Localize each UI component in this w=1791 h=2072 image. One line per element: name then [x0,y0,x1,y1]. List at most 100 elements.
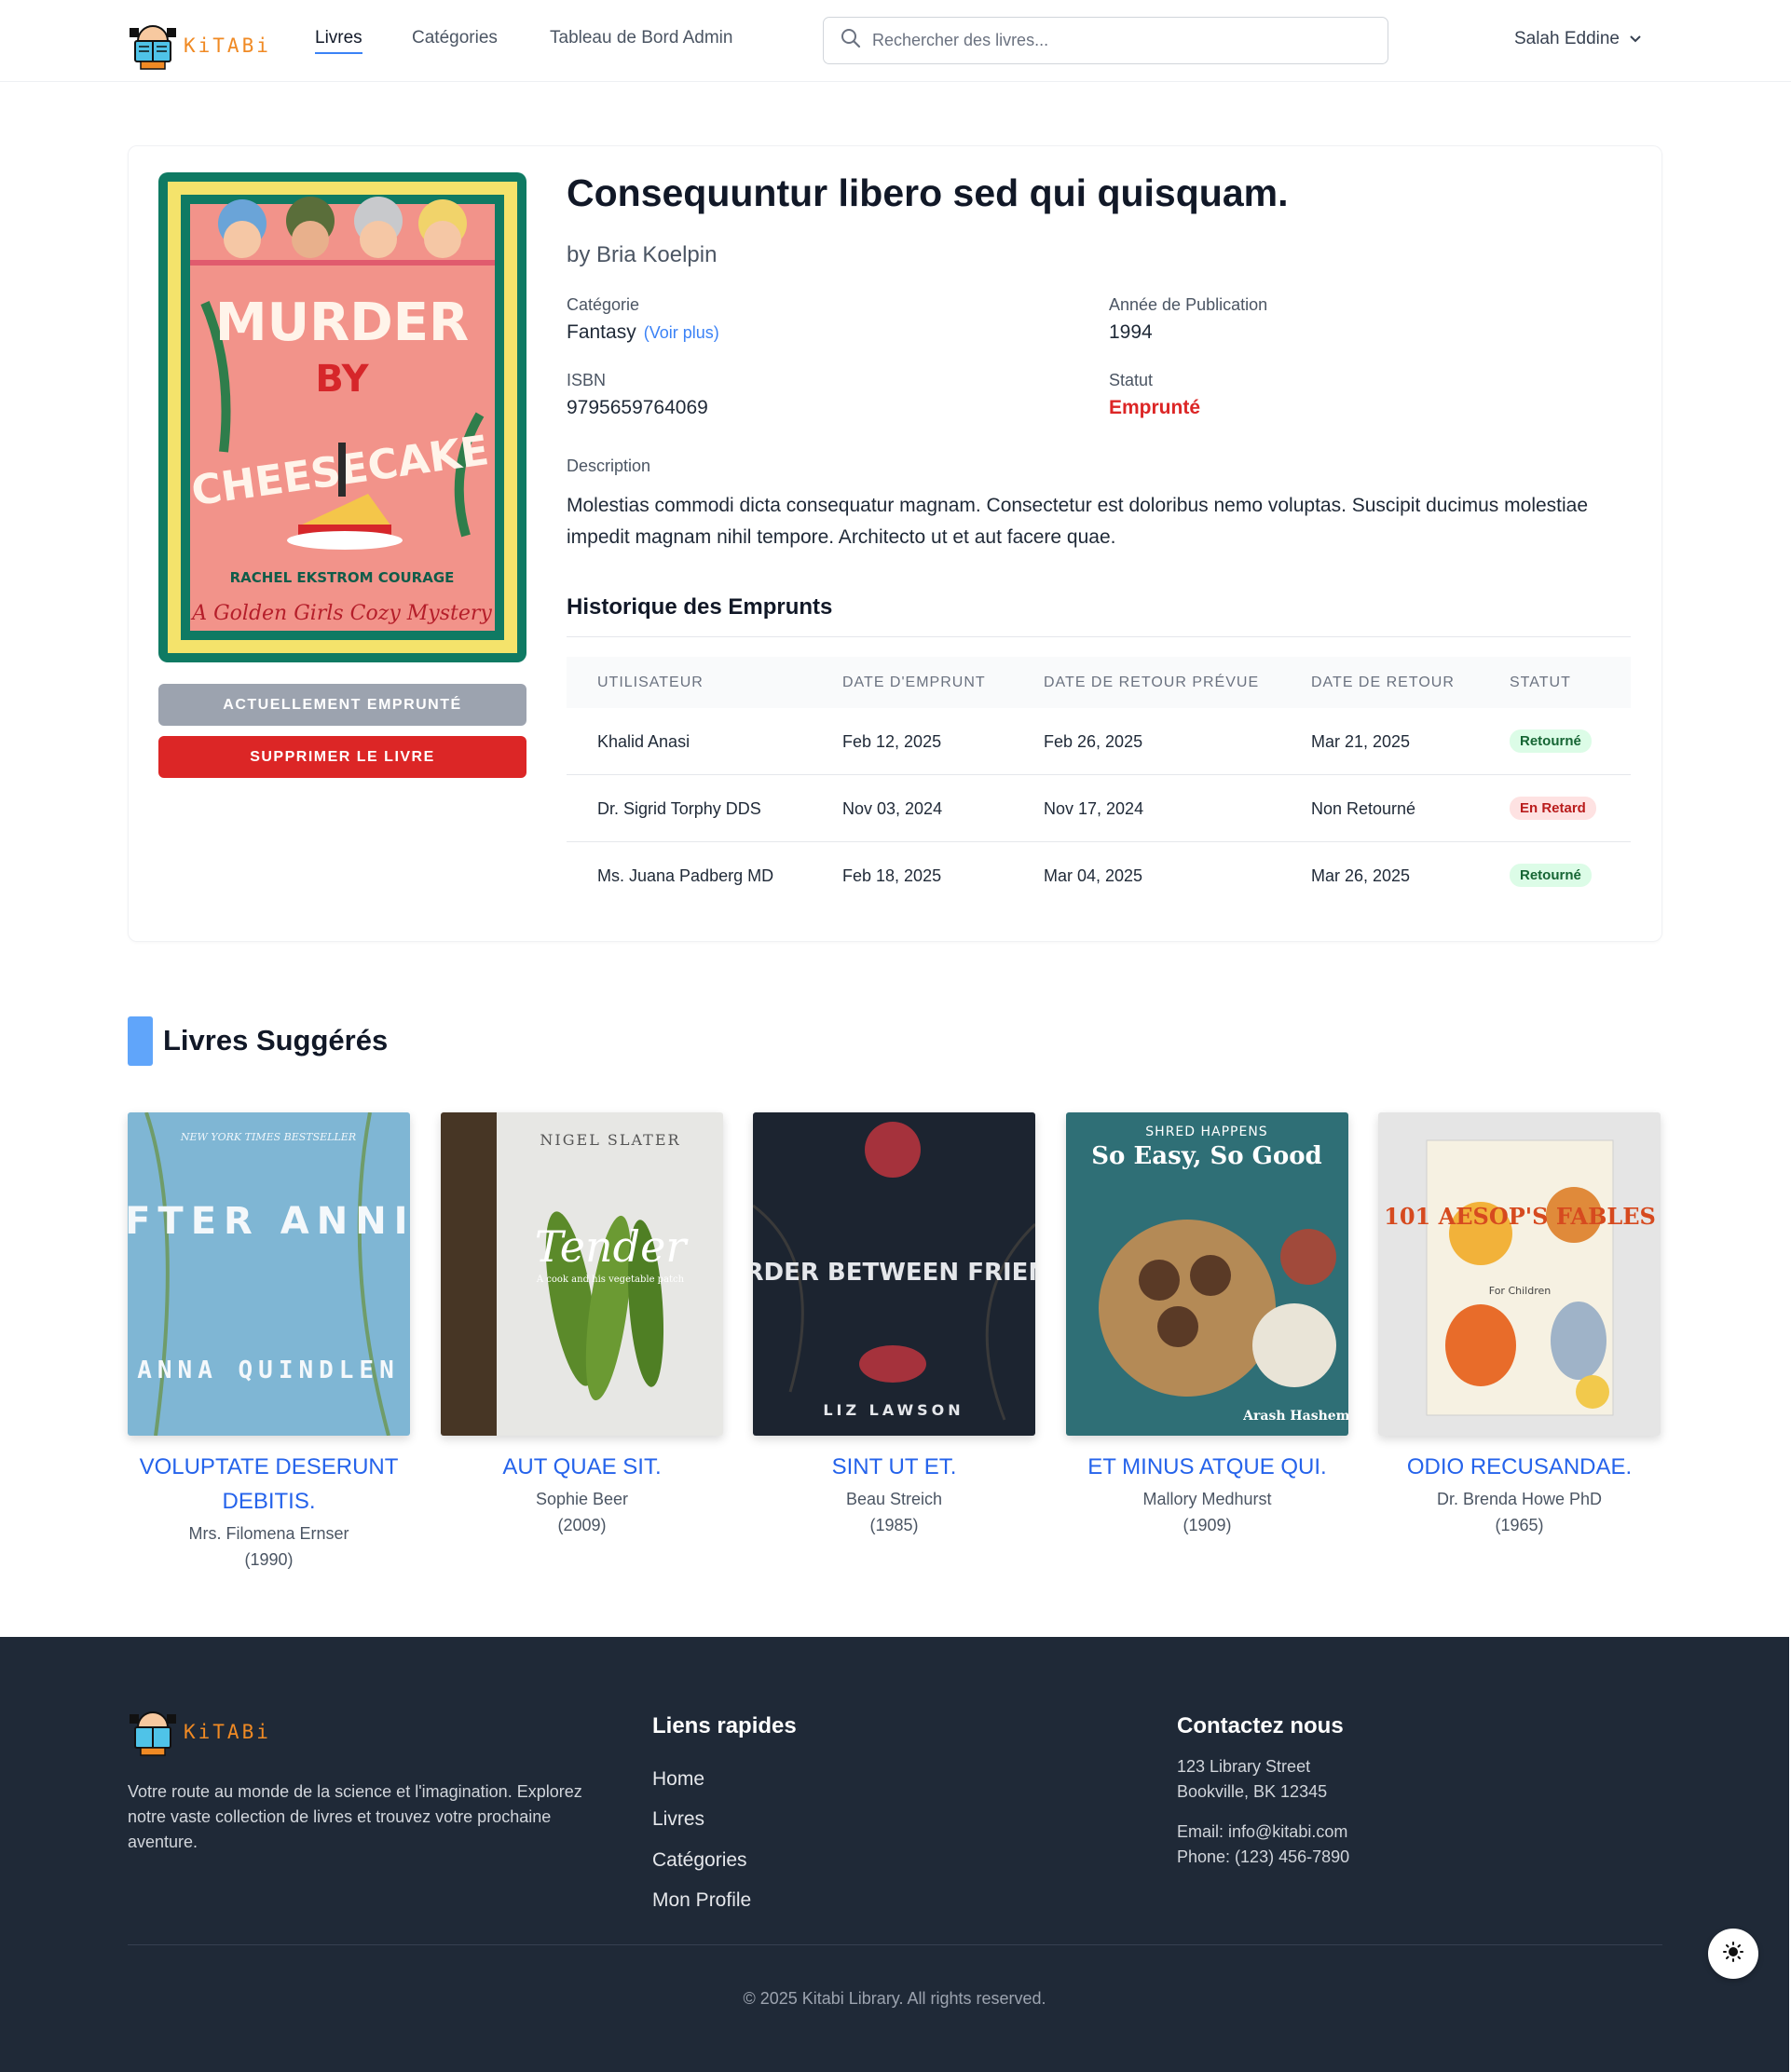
category-see-more-link[interactable]: (Voir plus) [644,323,719,342]
suggested-book-year: (2009) [557,1516,607,1534]
cell-due-date: Mar 04, 2025 [1044,866,1143,885]
suggested-book-card[interactable]: NIGEL SLATER Tender A cook and his veget… [441,1112,723,1538]
suggested-book-cover[interactable]: MURDER BETWEEN FRIENDS LIZ LAWSON [753,1112,1035,1436]
year-label: Année de Publication [1109,295,1268,314]
suggested-book-author: Dr. Brenda Howe PhD [1436,1490,1603,1508]
cover-title: AFTER ANNIE [128,1200,410,1243]
footer-logo[interactable]: KiTABi [128,1707,271,1757]
category-label: Catégorie [567,295,640,314]
suggested-book-card[interactable]: MURDER BETWEEN FRIENDS LIZ LAWSON Sint u… [753,1112,1035,1538]
cover-title: Tender [535,1221,690,1272]
suggested-book-cover[interactable]: NIGEL SLATER Tender A cook and his veget… [441,1112,723,1436]
footer-description: Votre route au monde de la science et l'… [128,1782,582,1851]
cell-due-date: Nov 17, 2024 [1044,799,1144,818]
cell-return-date: Mar 21, 2025 [1311,732,1411,751]
status-badge: Retourné [1510,729,1592,753]
suggested-book-title[interactable]: Voluptate deserunt debitis. [128,1450,410,1519]
cover-top: SHRED HAPPENS [1145,1125,1267,1139]
cell-return-date: Non Retourné [1311,799,1416,818]
table-header: UTILISATEUR DATE D'EMPRUNT DATE DE RETOU… [567,657,1631,708]
search-bar [823,17,1388,64]
table-row: Ms. Juana Padberg MD Feb 18, 2025 Mar 04… [567,842,1631,909]
cover-title: So Easy, So Good [1091,1142,1321,1170]
cover-title: MURDER BETWEEN FRIENDS [753,1259,1035,1287]
footer-divider [128,1944,1662,1945]
logo-text: KiTABi [184,1721,271,1743]
suggested-book-card[interactable]: 101 AESOP'S FABLES For Children Odio rec… [1378,1112,1661,1538]
category-value: Fantasy [567,321,636,343]
logo[interactable]: KiTABi [128,20,271,71]
cover-author: For Children [1489,1285,1551,1297]
cell-return-date: Mar 26, 2025 [1311,866,1411,885]
suggested-book-title[interactable]: Et minus atque qui. [1066,1450,1348,1484]
category-value-wrap: Fantasy (Voir plus) [567,321,719,344]
delete-book-button[interactable]: SUPPRIMER LE LIVRE [158,736,526,778]
search-icon [841,28,861,53]
suggested-book-title[interactable]: Odio recusandae. [1378,1450,1661,1484]
suggested-book-author: Mallory Medhurst [1142,1490,1272,1508]
book-reader-logo-icon [128,20,178,71]
copyright: © 2025 Kitabi Library. All rights reserv… [743,1989,1046,2008]
user-menu[interactable]: Salah Eddine [1514,29,1642,49]
isbn-label: ISBN [567,371,607,389]
cover-top: NEW YORK TIMES BESTSELLER [180,1131,356,1143]
column-header-borrow-date: DATE D'EMPRUNT [842,675,986,690]
footer: KiTABi Votre route au monde de la scienc… [0,1637,1789,2072]
section-accent-bar [128,1016,153,1066]
suggested-book-card[interactable]: SHRED HAPPENS So Easy, So Good Arash Has… [1066,1112,1348,1538]
nav-link-livres[interactable]: Livres [315,28,362,54]
contact-address-line1: 123 Library Street [1177,1757,1311,1776]
quick-links-title: Liens rapides [652,1713,797,1738]
footer-link-home[interactable]: Home [652,1768,704,1791]
status-badge: Retourné [1510,864,1592,887]
description-text: Molestias commodi dicta consequatur magn… [567,495,1589,548]
cover-author: Arash Hashemi [1242,1409,1348,1424]
cover-title: 101 AESOP'S FABLES [1384,1203,1656,1230]
suggested-book-cover[interactable]: 101 AESOP'S FABLES For Children [1378,1112,1661,1436]
column-header-due-date: DATE DE RETOUR PRÉVUE [1044,675,1260,690]
divider [567,636,1631,637]
cover-top: NIGEL SLATER [540,1131,680,1149]
suggested-books-title: Livres Suggérés [163,1024,389,1056]
table-row: Dr. Sigrid Torphy DDS Nov 03, 2024 Nov 1… [567,775,1631,842]
cell-user: Ms. Juana Padberg MD [597,866,774,885]
contact-email: Email: info@kitabi.com [1177,1822,1348,1841]
book-reader-logo-icon [128,1707,178,1757]
footer-link-categories[interactable]: Catégories [652,1849,747,1872]
cover-title-mid: BY [315,358,369,401]
cover-title-top: MURDER [215,293,469,353]
contact-address-line2: Bookville, BK 12345 [1177,1782,1328,1801]
suggested-book-title[interactable]: Sint ut et. [753,1450,1035,1484]
footer-link-livres[interactable]: Livres [652,1808,704,1831]
cell-borrow-date: Feb 18, 2025 [842,866,942,885]
suggested-book-year: (1985) [869,1516,919,1534]
theme-toggle-button[interactable] [1708,1929,1758,1979]
nav-link-categories[interactable]: Catégories [412,28,498,48]
book-author: by Bria Koelpin [567,242,718,267]
chevron-down-icon [1629,29,1642,49]
suggested-book-title[interactable]: Aut quae sit. [441,1450,723,1484]
cell-user: Khalid Anasi [597,732,690,751]
cell-borrow-date: Feb 12, 2025 [842,732,942,751]
isbn-value: 9795659764069 [567,397,708,418]
suggested-book-author: Sophie Beer [535,1490,629,1508]
cover-tagline: A Golden Girls Cozy Mystery [190,602,492,625]
suggested-book-cover[interactable]: SHRED HAPPENS So Easy, So Good Arash Has… [1066,1112,1348,1436]
cell-borrow-date: Nov 03, 2024 [842,799,943,818]
cover-author: ANNA QUINDLEN [137,1356,400,1384]
nav-link-admin-dashboard[interactable]: Tableau de Bord Admin [550,28,732,48]
suggested-book-cover[interactable]: NEW YORK TIMES BESTSELLER AFTER ANNIE AN… [128,1112,410,1436]
column-header-user: UTILISATEUR [597,675,704,690]
footer-link-profile[interactable]: Mon Profile [652,1889,751,1912]
user-name: Salah Eddine [1513,29,1620,48]
year-value: 1994 [1109,321,1153,343]
suggested-book-year: (1965) [1495,1516,1544,1534]
sun-icon [1723,1941,1743,1967]
contact-title: Contactez nous [1177,1713,1344,1738]
currently-borrowed-button[interactable]: ACTUELLEMENT EMPRUNTÉ [158,684,526,726]
status-badge: En Retard [1510,797,1596,820]
top-navbar: KiTABi Livres Catégories Tableau de Bord… [0,0,1791,82]
search-input[interactable] [872,31,1338,50]
suggested-book-card[interactable]: NEW YORK TIMES BESTSELLER AFTER ANNIE AN… [128,1112,410,1573]
suggested-book-author: Beau Streich [845,1490,943,1508]
